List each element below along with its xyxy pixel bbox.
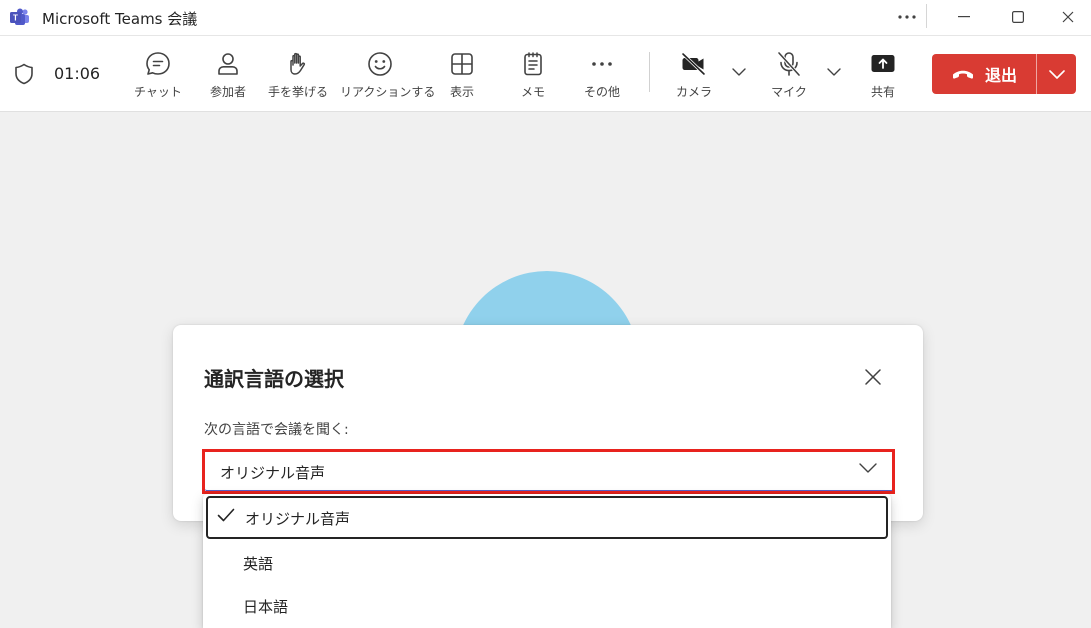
- dialog-title: 通訳言語の選択: [204, 367, 344, 391]
- emoji-icon: [368, 52, 392, 76]
- meeting-timer: 01:06: [54, 64, 101, 83]
- share-button[interactable]: 共有: [843, 50, 923, 106]
- title-bar: T Microsoft Teams 会議: [0, 0, 1091, 36]
- mic-off-icon: [777, 51, 801, 77]
- close-icon[interactable]: [861, 365, 885, 389]
- language-listbox: オリジナル音声 英語 日本語: [203, 494, 891, 628]
- svg-text:T: T: [13, 14, 18, 23]
- view-label: 表示: [449, 85, 474, 99]
- microphone-options-chevron-icon[interactable]: [827, 68, 841, 76]
- minimize-button[interactable]: [941, 0, 987, 34]
- microphone-button[interactable]: マイク: [749, 50, 829, 106]
- phone-hangup-icon: [952, 70, 973, 79]
- minimize-icon: [958, 16, 970, 18]
- toolbar-divider: [649, 52, 650, 92]
- reactions-label: リアクションする: [340, 85, 436, 99]
- camera-off-icon: [681, 52, 706, 76]
- leave-options-button[interactable]: [1037, 54, 1076, 94]
- window-title: Microsoft Teams 会議: [42, 10, 198, 28]
- notes-icon: [524, 52, 542, 76]
- participants-label: 参加者: [209, 85, 246, 99]
- camera-label: カメラ: [675, 85, 712, 99]
- more-options-button[interactable]: [884, 0, 930, 34]
- language-field-label: 次の言語で会議を聞く:: [204, 422, 349, 438]
- chat-label: チャット: [134, 85, 182, 99]
- share-icon: [871, 55, 895, 72]
- language-option-english[interactable]: 英語: [203, 541, 891, 585]
- maximize-button[interactable]: [995, 0, 1041, 34]
- more-horizontal-icon: [898, 15, 916, 19]
- language-option-japanese[interactable]: 日本語: [203, 584, 891, 628]
- teams-logo-icon: T: [10, 8, 29, 25]
- shield-icon: [15, 63, 33, 85]
- grid-icon: [451, 53, 473, 75]
- chat-button[interactable]: チャット: [118, 50, 198, 106]
- more-icon: [592, 62, 612, 66]
- raise-hand-icon: [290, 52, 306, 75]
- leave-button[interactable]: 退出: [932, 54, 1036, 94]
- more-label: その他: [583, 85, 620, 99]
- microphone-label: マイク: [771, 85, 807, 99]
- raise-hand-label: 手を挙げる: [267, 85, 328, 99]
- checkmark-icon: [217, 508, 235, 522]
- option-label: 英語: [243, 555, 274, 573]
- language-option-original[interactable]: オリジナル音声: [206, 496, 888, 539]
- camera-button[interactable]: カメラ: [654, 50, 734, 106]
- meeting-toolbar: 01:06 チャット 参加者 手を挙げる リアクションする 表示 メモ その他 …: [0, 36, 1091, 112]
- close-icon: [1062, 11, 1074, 23]
- chat-icon: [146, 52, 170, 75]
- notes-label: メモ: [520, 85, 545, 99]
- title-divider: [926, 4, 927, 28]
- more-button[interactable]: その他: [562, 50, 642, 106]
- leave-button-group: 退出: [932, 54, 1076, 94]
- view-button[interactable]: 表示: [422, 50, 502, 106]
- maximize-icon: [1012, 11, 1024, 23]
- share-label: 共有: [870, 85, 895, 99]
- raise-hand-button[interactable]: 手を挙げる: [258, 50, 338, 106]
- highlight-box: [202, 449, 895, 494]
- notes-button[interactable]: メモ: [493, 50, 573, 106]
- reactions-button[interactable]: リアクションする: [340, 50, 436, 106]
- chevron-down-icon: [1048, 69, 1065, 79]
- camera-options-chevron-icon[interactable]: [732, 68, 746, 76]
- option-label: 日本語: [243, 598, 289, 616]
- leave-label: 退出: [984, 66, 1017, 85]
- participants-button[interactable]: 参加者: [188, 50, 268, 106]
- close-window-button[interactable]: [1045, 0, 1091, 34]
- option-label: オリジナル音声: [245, 510, 351, 528]
- people-icon: [218, 53, 238, 75]
